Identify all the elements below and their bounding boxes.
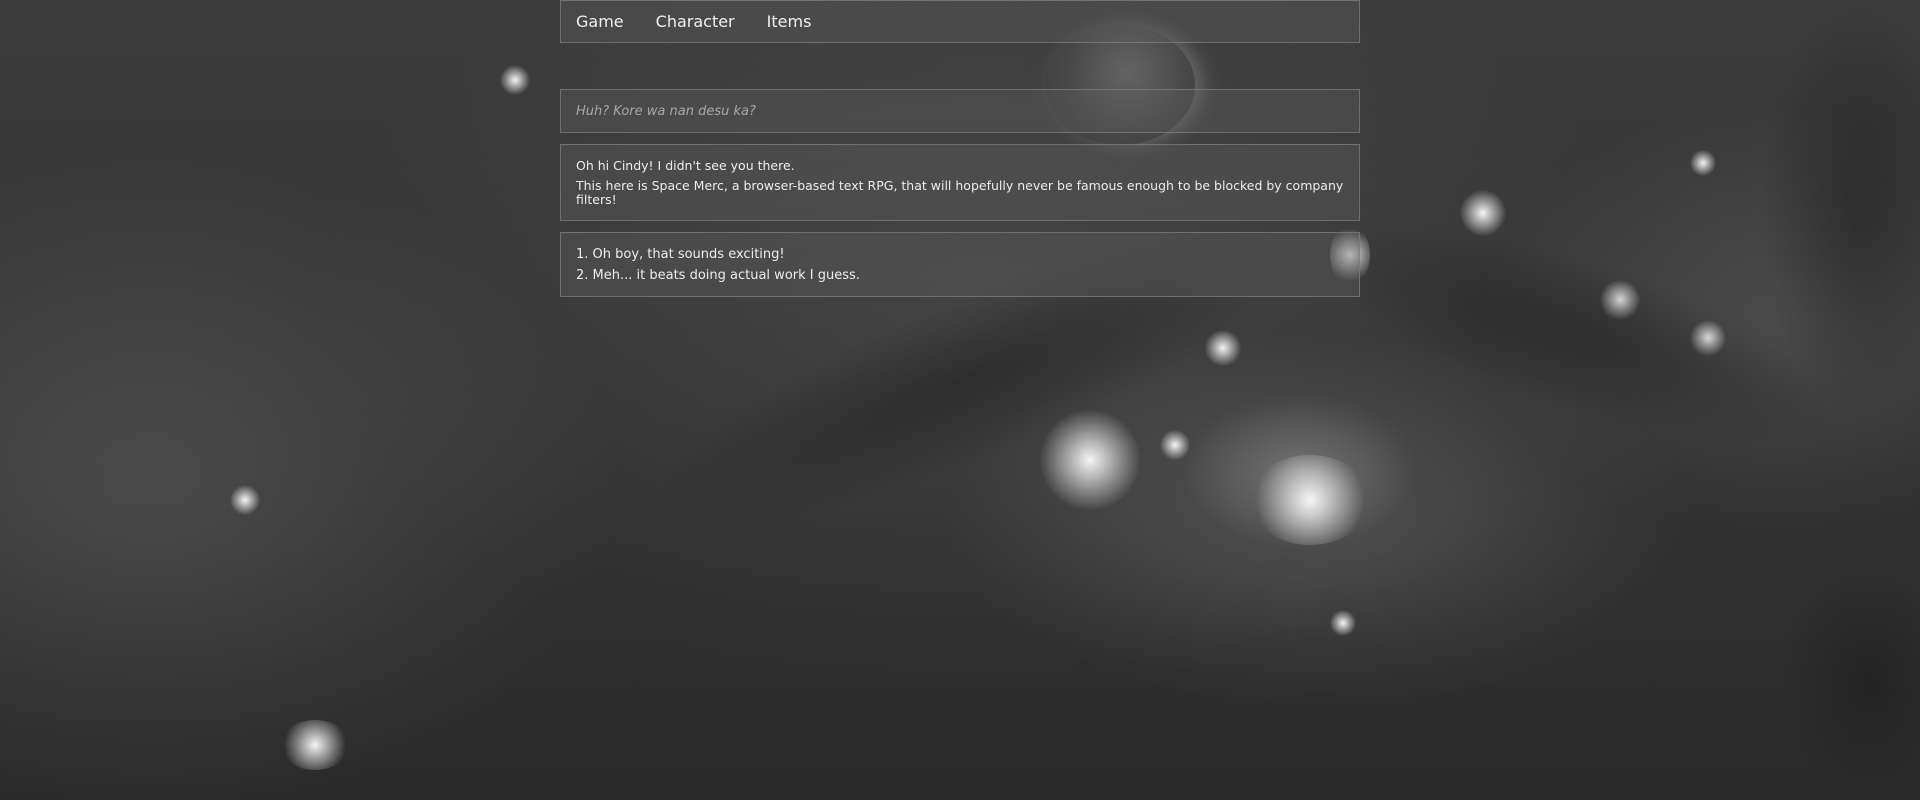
narration-panel: Huh? Kore wa nan desu ka? [560,89,1360,133]
star-glow [500,65,530,95]
dialog-line: Oh hi Cindy! I didn't see you there. [576,158,795,173]
star-glow [1330,610,1356,636]
galaxy-core-glow [1040,410,1140,510]
star-glow [1690,320,1726,356]
star-glow [230,485,260,515]
game-container: Game Character Items Huh? Kore wa nan de… [560,0,1360,297]
star-glow [1205,330,1241,366]
nav-item-character[interactable]: Character [656,12,735,31]
star-glow [1160,430,1190,460]
star-glow [280,720,350,770]
top-navbar: Game Character Items [560,0,1360,43]
star-glow [1600,280,1640,320]
dust-lane [1290,177,1870,493]
choice-option-1[interactable]: 1. Oh boy, that sounds exciting! [576,247,1344,262]
nav-item-game[interactable]: Game [576,12,624,31]
dialog-line: This here is Space Merc, a browser-based… [576,178,1344,207]
choice-option-2[interactable]: 2. Meh... it beats doing actual work I g… [576,268,1344,283]
choices-panel: 1. Oh boy, that sounds exciting! 2. Meh.… [560,232,1360,297]
star-glow [1690,150,1716,176]
star-glow [1460,190,1506,236]
dust-lane [1780,560,1920,800]
narration-text: Huh? Kore wa nan desu ka? [576,103,756,119]
nav-item-items[interactable]: Items [767,12,812,31]
dialog-panel: Oh hi Cindy! I didn't see you there. Thi… [560,144,1360,221]
dust-lane [1760,0,1920,420]
galaxy-core-glow [1250,455,1370,545]
